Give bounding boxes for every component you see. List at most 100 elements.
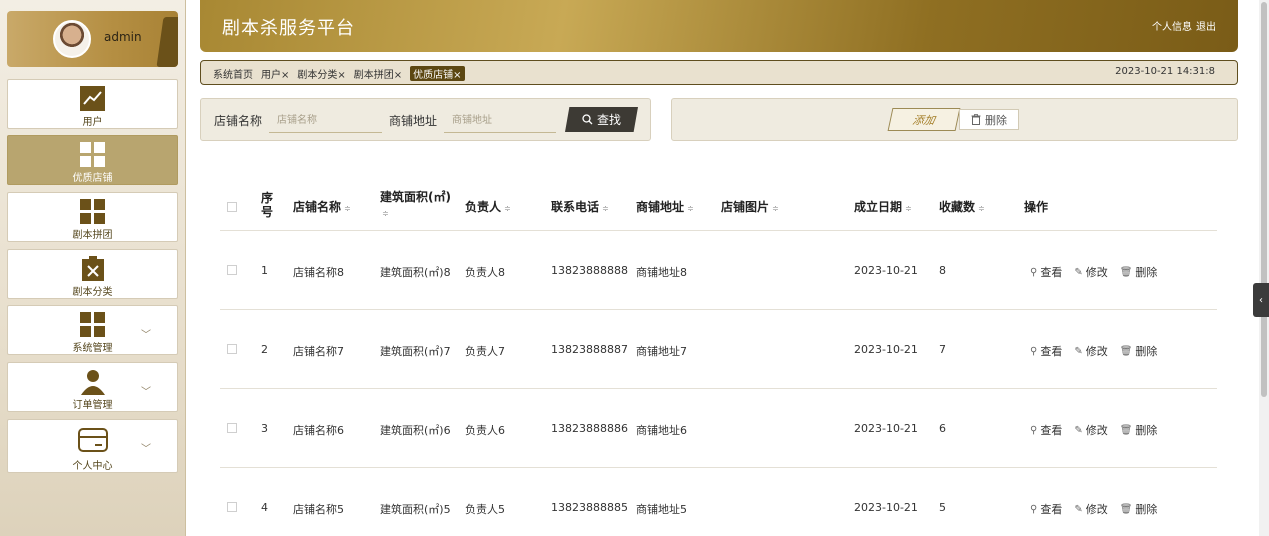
collapse-panel-button[interactable]: ‹ xyxy=(1253,283,1269,317)
search-panel: 店铺名称 商铺地址 查找 xyxy=(200,98,651,141)
sidebar-item-script-category[interactable]: 剧本分类 xyxy=(7,249,178,299)
logout-link[interactable]: 退出 xyxy=(1196,22,1216,33)
pencil-icon: ✎ xyxy=(1074,424,1083,436)
cell-address: 商铺地址5 xyxy=(636,503,687,516)
sidebar-item-group-play[interactable]: 剧本拼团 xyxy=(7,192,178,242)
cell-favorites: 8 xyxy=(939,264,946,277)
cell-index: 3 xyxy=(261,422,268,435)
column-header-shop-name[interactable]: 店铺名称 ≑ xyxy=(293,198,351,215)
row-delete-button[interactable]: 🗑 删除 xyxy=(1120,501,1158,517)
magnifier-icon: ⚲ xyxy=(1030,424,1038,436)
page-scrollbar[interactable] xyxy=(1259,0,1269,536)
table-row: 1 店铺名称8 建筑面积(㎡)8 负责人8 13823888888 商铺地址8 … xyxy=(220,231,1217,310)
tab-quality-shops[interactable]: 优质店铺× xyxy=(410,66,465,81)
person-icon xyxy=(80,370,105,395)
cell-index: 4 xyxy=(261,501,268,514)
tab-group-play[interactable]: 剧本拼团× xyxy=(354,66,402,81)
profile-link[interactable]: 个人信息 xyxy=(1152,22,1192,33)
chevron-down-icon[interactable]: ﹀ xyxy=(141,383,151,398)
sort-icon: ≑ xyxy=(772,204,779,213)
select-all-checkbox[interactable] xyxy=(227,202,237,212)
shop-name-input[interactable] xyxy=(269,109,382,133)
row-checkbox[interactable] xyxy=(227,344,237,354)
row-delete-button[interactable]: 🗑 删除 xyxy=(1120,343,1158,359)
cell-manager: 负责人6 xyxy=(465,424,505,437)
cell-manager: 负责人5 xyxy=(465,503,505,516)
trash-icon xyxy=(971,114,981,125)
sidebar-item-label: 系统管理 xyxy=(72,343,113,354)
column-header-phone[interactable]: 联系电话 ≑ xyxy=(551,198,609,215)
row-delete-button[interactable]: 🗑 删除 xyxy=(1120,422,1158,438)
sidebar-item-order-management[interactable]: 订单管理 ﹀ xyxy=(7,362,178,412)
sidebar-item-personal-center[interactable]: 个人中心 ﹀ xyxy=(7,419,178,473)
view-button[interactable]: ⚲ 查看 xyxy=(1030,501,1062,517)
cell-area: 建筑面积(㎡)6 xyxy=(380,424,451,437)
magnifier-icon: ⚲ xyxy=(1030,503,1038,515)
user-name: admin xyxy=(104,30,142,44)
sidebar-item-quality-shops[interactable]: 优质店铺 xyxy=(7,135,178,185)
grid-icon xyxy=(80,199,105,224)
view-button[interactable]: ⚲ 查看 xyxy=(1030,343,1062,359)
cell-founded-date: 2023-10-21 xyxy=(854,264,918,277)
edit-button[interactable]: ✎ 修改 xyxy=(1074,501,1107,517)
edit-button[interactable]: ✎ 修改 xyxy=(1074,264,1107,280)
column-header-shop-image[interactable]: 店铺图片 ≑ xyxy=(721,198,779,215)
column-header-founded-date[interactable]: 成立日期 ≑ xyxy=(854,198,912,215)
view-button[interactable]: ⚲ 查看 xyxy=(1030,422,1062,438)
column-header-actions: 操作 xyxy=(1024,200,1049,214)
grid-icon xyxy=(80,142,105,167)
tab-script-category[interactable]: 剧本分类× xyxy=(297,66,345,81)
row-checkbox[interactable] xyxy=(227,423,237,433)
cell-index: 1 xyxy=(261,264,268,277)
cell-area: 建筑面积(㎡)7 xyxy=(380,345,451,358)
cell-shop-name: 店铺名称6 xyxy=(293,424,344,437)
cell-shop-name: 店铺名称8 xyxy=(293,266,344,279)
address-input[interactable] xyxy=(444,109,556,133)
delete-button[interactable]: 删除 xyxy=(959,109,1019,130)
tab-home[interactable]: 系统首页 xyxy=(213,66,253,81)
column-header-manager[interactable]: 负责人 ≑ xyxy=(465,198,511,215)
cell-phone: 13823888888 xyxy=(551,264,628,277)
trash-icon: 🗑 xyxy=(1119,503,1133,515)
sidebar-item-label: 订单管理 xyxy=(72,400,113,411)
search-button[interactable]: 查找 xyxy=(565,107,638,132)
scrollbar-thumb[interactable] xyxy=(1261,2,1267,397)
sort-icon: ≑ xyxy=(344,204,351,213)
cell-phone: 13823888886 xyxy=(551,422,628,435)
pencil-icon: ✎ xyxy=(1074,503,1083,515)
view-button[interactable]: ⚲ 查看 xyxy=(1030,264,1062,280)
magnifier-icon: ⚲ xyxy=(1030,345,1038,357)
row-actions: ⚲ 查看 ✎ 修改 🗑 删除 xyxy=(1030,264,1157,280)
cell-favorites: 7 xyxy=(939,343,946,356)
sidebar-item-system-management[interactable]: 系统管理 ﹀ xyxy=(7,305,178,355)
chevron-down-icon[interactable]: ﹀ xyxy=(141,440,151,455)
row-delete-button[interactable]: 🗑 删除 xyxy=(1120,264,1158,280)
edit-button[interactable]: ✎ 修改 xyxy=(1074,422,1107,438)
cell-address: 商铺地址8 xyxy=(636,266,687,279)
trash-icon: 🗑 xyxy=(1119,266,1133,278)
table-row: 3 店铺名称6 建筑面积(㎡)6 负责人6 13823888886 商铺地址6 … xyxy=(220,389,1217,468)
header-links: 个人信息 退出 xyxy=(1148,18,1216,33)
sort-icon: ≑ xyxy=(504,204,511,213)
action-panel: 添加 删除 xyxy=(671,98,1238,141)
sidebar-item-label: 剧本分类 xyxy=(72,287,113,298)
tab-users[interactable]: 用户× xyxy=(261,66,289,81)
pencil-icon: ✎ xyxy=(1074,345,1083,357)
avatar[interactable] xyxy=(53,20,91,58)
column-header-area[interactable]: 建筑面积(㎡) ≑ xyxy=(380,188,451,219)
row-checkbox[interactable] xyxy=(227,265,237,275)
chevron-down-icon[interactable]: ﹀ xyxy=(141,326,151,341)
column-header-favorites[interactable]: 收藏数 ≑ xyxy=(939,198,985,215)
sidebar-item-label: 剧本拼团 xyxy=(72,230,113,241)
cell-shop-name: 店铺名称7 xyxy=(293,345,344,358)
sort-icon: ≑ xyxy=(687,204,694,213)
edit-button[interactable]: ✎ 修改 xyxy=(1074,343,1107,359)
cell-manager: 负责人8 xyxy=(465,266,505,279)
user-profile-box: admin xyxy=(7,11,178,67)
column-header-address[interactable]: 商铺地址 ≑ xyxy=(636,198,694,215)
row-checkbox[interactable] xyxy=(227,502,237,512)
sort-icon: ≑ xyxy=(602,204,609,213)
sidebar-item-users[interactable]: 用户 xyxy=(7,79,178,129)
add-button[interactable]: 添加 xyxy=(887,108,961,131)
cell-favorites: 6 xyxy=(939,422,946,435)
